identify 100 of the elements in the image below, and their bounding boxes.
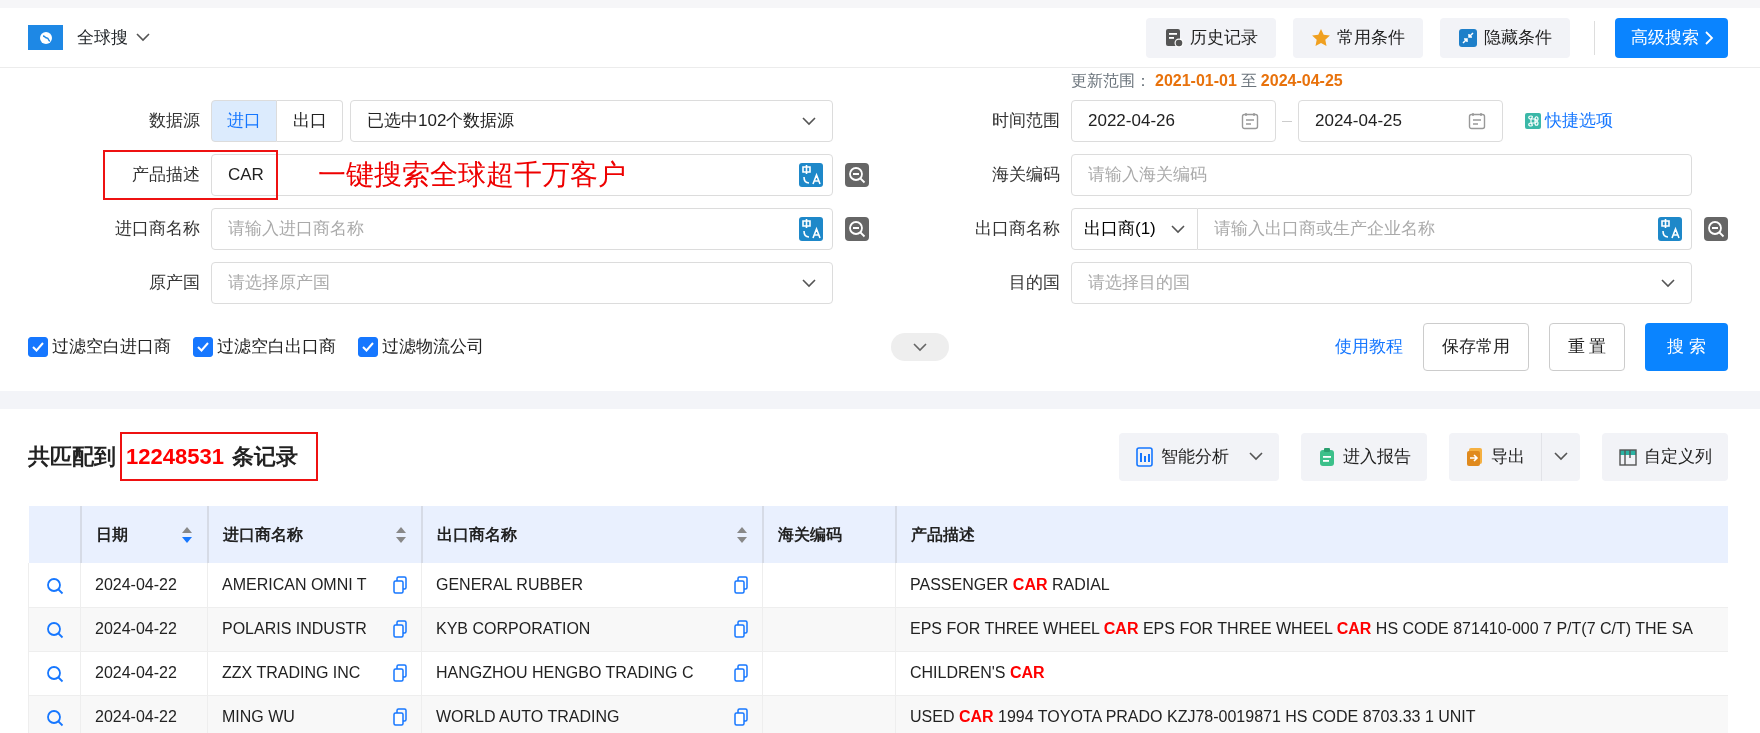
collapse-icon [1458,27,1478,48]
input-field[interactable]: 请输入进口商名称 [211,208,833,250]
table-cell: 2024-04-22 [80,607,208,651]
chevron-down-icon [913,342,928,352]
update-range-label: 更新范围： [1071,71,1151,91]
calendar-icon [1241,112,1259,130]
checkmark-icon [197,342,209,352]
copy-icon[interactable] [734,708,748,726]
date-field[interactable]: 2022-04-26 [1071,100,1276,142]
quick-options-link[interactable]: 快捷选项 [1525,108,1613,134]
column-header[interactable]: 海关编码 [762,506,896,563]
action-button[interactable]: 重 置 [1548,323,1626,371]
copy-icon[interactable] [393,708,407,726]
bar-chart-document-icon [1135,446,1155,467]
result-count: 12248531 [126,443,224,471]
translate-icon[interactable] [799,163,823,187]
update-end-date: 2024-04-25 [1260,71,1343,91]
select-field[interactable]: 已选中102个数据源 [350,100,833,142]
toolbar-button[interactable]: 隐藏条件 [1440,17,1570,58]
table-cell-text: GENERAL RUBBER [436,574,583,595]
search-icon[interactable] [45,620,64,639]
copy-icon[interactable] [734,575,748,594]
table-cell-text: AMERICAN OMNI T [222,574,367,595]
star-icon [1311,27,1331,48]
chevron-down-icon [1171,224,1185,234]
field-label: 目的国 [1008,272,1061,295]
table-cell-text: KYB CORPORATION [436,619,591,639]
checkmark-icon [362,342,374,352]
search-filter-icon[interactable] [1704,217,1728,241]
table-cell: 2024-04-22 [80,695,208,733]
field-label: 进口商名称 [114,218,201,241]
source-toggle[interactable]: 进口 [211,100,277,142]
sort-icon[interactable] [180,525,193,544]
filter-checkbox[interactable]: 过滤空白出口商 [193,334,336,360]
toolbar-button[interactable]: 自定义列 [1602,432,1728,481]
columns-icon [1618,446,1638,467]
sort-icon[interactable] [394,525,407,544]
column-header[interactable]: 进口商名称 [207,506,422,563]
expand-toggle[interactable] [891,333,950,361]
toolbar-button[interactable]: 历史记录 [1146,17,1276,58]
chevron-down-icon [802,116,816,126]
table-cell: PASSENGER CAR RADIAL [895,563,1728,607]
toolbar-button[interactable]: 智能分析 [1119,432,1279,481]
table-cell-text: HANGZHOU HENGBO TRADING C [436,663,694,683]
sort-icon[interactable] [735,525,748,544]
input-field[interactable]: 请输入出口商或生产企业名称 [1198,208,1692,250]
copy-icon[interactable] [393,575,407,594]
search-filter-icon[interactable] [845,163,869,187]
toolbar-button[interactable]: 常用条件 [1293,17,1423,58]
prefix-dropdown[interactable]: 出口商(1) [1071,208,1198,250]
copy-icon[interactable] [393,664,407,682]
chevron-down-icon [1661,278,1675,288]
table-cell: 2024-04-22 [80,563,208,607]
search-icon[interactable] [45,576,64,595]
chevron-down-icon [1554,452,1568,461]
source-toggle[interactable]: 出口 [277,100,343,142]
search-icon[interactable] [45,664,64,683]
clipboard-icon [1317,446,1337,467]
filter-checkbox[interactable]: 过滤空白进口商 [28,334,171,360]
table-cell: CHILDREN'S CAR [895,651,1728,695]
column-header[interactable]: 产品描述 [895,506,1728,563]
annotation-text: 一键搜索全球超千万客户 [318,161,626,189]
date-field[interactable]: 2024-04-25 [1298,100,1503,142]
advanced-search-button[interactable]: 高级搜索 [1615,17,1728,58]
globe-icon [39,31,52,44]
field-label: 数据源 [148,110,201,133]
search-icon[interactable] [45,708,64,727]
scope-dropdown[interactable]: 全球搜 [77,24,150,51]
toolbar-button[interactable]: 进入报告 [1301,432,1427,481]
copy-icon[interactable] [393,620,407,638]
document-clock-icon [1164,27,1184,48]
chevron-right-icon [1705,30,1714,45]
table-cell-text: WORLD AUTO TRADING [436,707,620,727]
table-cell: USED CAR 1994 TOYOTA PRADO KZJ78-0019871 HS CODE 8703.33 1 UNIT [895,695,1728,733]
field-label: 时间范围 [991,110,1061,133]
translate-icon[interactable] [1658,217,1682,241]
action-button[interactable]: 保存常用 [1422,323,1529,371]
tutorial-link[interactable]: 使用教程 [1334,334,1403,360]
filter-checkbox[interactable]: 过滤物流公司 [358,334,484,360]
column-header[interactable]: 出口商名称 [421,506,763,563]
table-cell: 2024-04-22 [80,651,208,695]
table-cell-text: MING WU [222,707,295,727]
export-button[interactable]: 导出 [1449,432,1541,481]
results-label: 共匹配到 [28,443,116,471]
range-separator: 至 [1240,71,1257,91]
column-header[interactable]: 日期 [80,506,208,563]
field-label: 海关编码 [991,164,1061,187]
field-label: 出口商名称 [974,218,1061,241]
table-cell-text: ZZX TRADING INC [222,663,361,683]
checkmark-icon [32,342,44,352]
translate-icon[interactable] [799,217,823,241]
update-start-date: 2021-01-01 [1155,71,1237,91]
field-label: 原产国 [148,272,201,295]
input-field[interactable]: 请输入海关编码 [1071,154,1692,196]
calendar-icon [1468,112,1486,130]
search-button[interactable]: 搜 索 [1645,323,1728,371]
copy-icon[interactable] [734,620,748,638]
copy-icon[interactable] [734,664,748,682]
search-filter-icon[interactable] [845,217,869,241]
logo-icon[interactable] [28,25,63,50]
